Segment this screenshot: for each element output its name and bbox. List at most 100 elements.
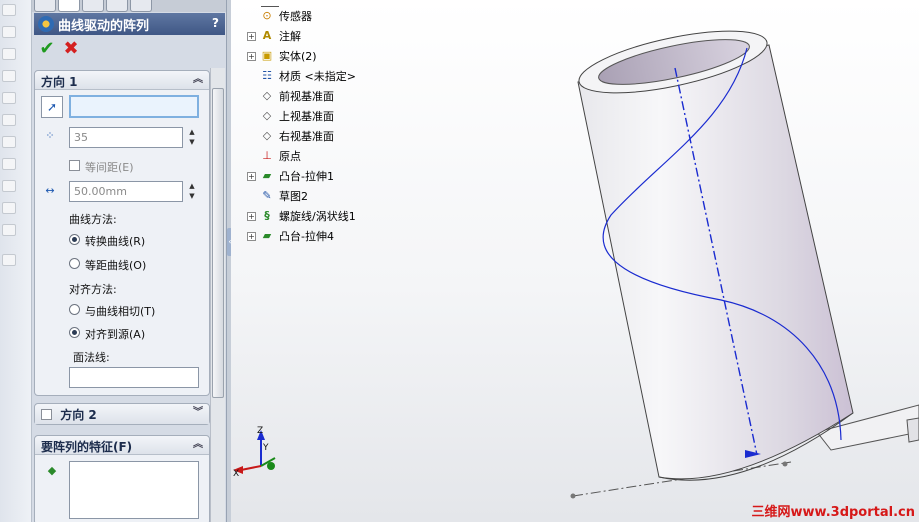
strip-tool-icon[interactable] bbox=[2, 254, 16, 266]
tree-item-label: 材质 <未指定> bbox=[279, 70, 356, 83]
expand-icon[interactable]: + bbox=[247, 231, 256, 241]
tab-configuration-manager[interactable] bbox=[82, 0, 104, 12]
annotation-icon: A bbox=[262, 29, 272, 42]
alignment-option: 对齐到源(A) bbox=[85, 328, 146, 341]
tab-dimxpert-manager[interactable] bbox=[106, 0, 128, 12]
panel-header: 曲线驱动的阵列 ? bbox=[34, 13, 225, 35]
plane-icon: ◇ bbox=[262, 89, 272, 102]
tree-item-sketch2[interactable]: ✎ 草图2 bbox=[247, 187, 308, 205]
tree-item-label: 实体(2) bbox=[279, 50, 317, 63]
features-title-text: 要阵列的特征(F) bbox=[41, 440, 133, 454]
expand-icon[interactable]: + bbox=[247, 211, 256, 221]
tree-item-label: 原点 bbox=[279, 150, 301, 163]
path-field[interactable] bbox=[69, 95, 199, 118]
tree-item-sensors[interactable]: ⊙ 传感器 bbox=[247, 7, 312, 25]
direction2-title-text: 方向 2 bbox=[60, 408, 97, 422]
strip-tool-icon[interactable] bbox=[2, 158, 16, 170]
triad-y-label: Y bbox=[262, 443, 269, 453]
helix-icon: § bbox=[264, 209, 270, 222]
tree-item-origin[interactable]: ⊥ 原点 bbox=[247, 147, 301, 165]
expand-icon[interactable]: + bbox=[247, 31, 256, 41]
direction1-title-text: 方向 1 bbox=[41, 75, 78, 89]
instances-stepper[interactable]: ▲ ▼ bbox=[187, 127, 197, 148]
tab-feature-manager[interactable] bbox=[34, 0, 56, 12]
tree-item-label: 螺旋线/涡状线1 bbox=[279, 210, 356, 223]
equal-spacing-checkbox[interactable] bbox=[69, 160, 80, 171]
origin-icon: ⊥ bbox=[262, 149, 272, 162]
alignment-radio-source[interactable] bbox=[69, 327, 80, 338]
tree-item-boss-extrude4[interactable]: + ▰ 凸台-拉伸4 bbox=[247, 227, 334, 245]
strip-tool-icon[interactable] bbox=[2, 180, 16, 192]
spacing-stepper[interactable]: ▲ ▼ bbox=[187, 181, 197, 202]
ok-button[interactable]: ✔ bbox=[38, 40, 56, 58]
face-normal-field[interactable] bbox=[69, 367, 199, 388]
alignment-radio-tangent[interactable] bbox=[69, 304, 80, 315]
direction1-group: 方向 1 ︽ ➚ ⁘ 35 ▲ ▼ 等间距(E) ↔ 50.00mm ▲ ▼ 曲线方… bbox=[34, 70, 210, 396]
spacing-field[interactable]: 50.00mm bbox=[69, 181, 183, 202]
extrude-icon: ▰ bbox=[262, 169, 272, 182]
sketch-point bbox=[782, 461, 788, 467]
features-list[interactable] bbox=[69, 461, 199, 519]
instances-field[interactable]: 35 bbox=[69, 127, 183, 148]
tree-item-label: 上视基准面 bbox=[279, 110, 334, 123]
triad-x-label: X bbox=[233, 469, 239, 479]
panel-scrollbar[interactable] bbox=[210, 68, 225, 522]
direction2-title[interactable]: 方向 2 ︾ bbox=[35, 404, 209, 424]
expand-icon[interactable]: ︾ bbox=[191, 406, 205, 420]
strip-tool-icon[interactable] bbox=[2, 114, 16, 126]
tree-item-solid-bodies[interactable]: + ▣ 实体(2) bbox=[247, 47, 317, 65]
strip-tool-icon[interactable] bbox=[2, 4, 16, 16]
features-title[interactable]: 要阵列的特征(F) ︽ bbox=[35, 436, 209, 455]
face-normal-label: 面法线: bbox=[73, 351, 110, 364]
direction2-checkbox[interactable] bbox=[41, 409, 52, 420]
curve-method-radio-offset[interactable] bbox=[69, 258, 80, 269]
tree-item-label: 注解 bbox=[279, 30, 301, 43]
tree-item-annotations[interactable]: + A 注解 bbox=[247, 27, 301, 45]
strip-tool-icon[interactable] bbox=[2, 26, 16, 38]
collapse-icon[interactable]: ︽ bbox=[191, 73, 205, 87]
tree-item-label: 凸台-拉伸4 bbox=[279, 230, 334, 243]
alignment-option: 与曲线相切(T) bbox=[85, 305, 156, 318]
plane-icon: ◇ bbox=[262, 109, 272, 122]
collapse-icon[interactable]: ︽ bbox=[191, 438, 205, 452]
watermark: 三维网www.3dportal.cn bbox=[751, 505, 915, 520]
help-button[interactable]: ? bbox=[212, 16, 219, 30]
tab-display-manager[interactable] bbox=[130, 0, 152, 12]
property-manager: 曲线驱动的阵列 ? ✔ ✖ 方向 1 ︽ ➚ ⁘ 35 ▲ ▼ 等间距(E) ↔ … bbox=[32, 0, 227, 522]
strip-tool-icon[interactable] bbox=[2, 224, 16, 236]
strip-tool-icon[interactable] bbox=[2, 70, 16, 82]
tab-property-manager[interactable] bbox=[58, 0, 80, 12]
direction1-title[interactable]: 方向 1 ︽ bbox=[35, 71, 209, 90]
curve-method-option: 等距曲线(O) bbox=[85, 259, 147, 272]
cancel-button[interactable]: ✖ bbox=[62, 40, 80, 58]
manager-tabs bbox=[32, 0, 226, 12]
strip-tool-icon[interactable] bbox=[2, 48, 16, 60]
features-group: 要阵列的特征(F) ︽ ◆ bbox=[34, 435, 210, 522]
scroll-thumb[interactable] bbox=[212, 88, 224, 398]
strip-tool-icon[interactable] bbox=[2, 202, 16, 214]
tree-item-material[interactable]: ☷ 材质 <未指定> bbox=[247, 67, 356, 85]
spacing-icon: ↔ bbox=[45, 184, 55, 197]
feature-tree: ⊙ 传感器 + A 注解 + ▣ 实体(2) ☷ 材质 <未指定> ◇ 前视基准… bbox=[247, 0, 577, 250]
tree-item-helix1[interactable]: + § 螺旋线/涡状线1 bbox=[247, 207, 356, 225]
strip-tool-icon[interactable] bbox=[2, 136, 16, 148]
command-strip bbox=[0, 0, 32, 522]
material-icon: ☷ bbox=[262, 69, 272, 82]
curve-method-radio-transform[interactable] bbox=[69, 234, 80, 245]
strip-tool-icon[interactable] bbox=[2, 92, 16, 104]
tree-item-boss-extrude1[interactable]: + ▰ 凸台-拉伸1 bbox=[247, 167, 334, 185]
side-block-face bbox=[906, 417, 919, 443]
tree-item-front-plane[interactable]: ◇ 前视基准面 bbox=[247, 87, 334, 105]
expand-icon[interactable]: + bbox=[247, 51, 256, 61]
extrude-icon: ▰ bbox=[262, 229, 272, 242]
expand-icon[interactable]: + bbox=[247, 171, 256, 181]
direction2-group: 方向 2 ︾ bbox=[34, 403, 210, 425]
tree-item-top-plane[interactable]: ◇ 上视基准面 bbox=[247, 107, 334, 125]
graphics-area[interactable]: Z X Y ⊙ 传感器 + A 注解 + ▣ 实体(2) ☷ 材质 <未指定> bbox=[231, 0, 919, 522]
feature-icon: ◆ bbox=[47, 464, 57, 477]
curve-method-option: 转换曲线(R) bbox=[85, 235, 146, 248]
tree-item-right-plane[interactable]: ◇ 右视基准面 bbox=[247, 127, 334, 145]
direction-arrow-icon[interactable]: ➚ bbox=[41, 96, 63, 118]
tree-item-label: 草图2 bbox=[279, 190, 308, 203]
tree-item-label: 前视基准面 bbox=[279, 90, 334, 103]
